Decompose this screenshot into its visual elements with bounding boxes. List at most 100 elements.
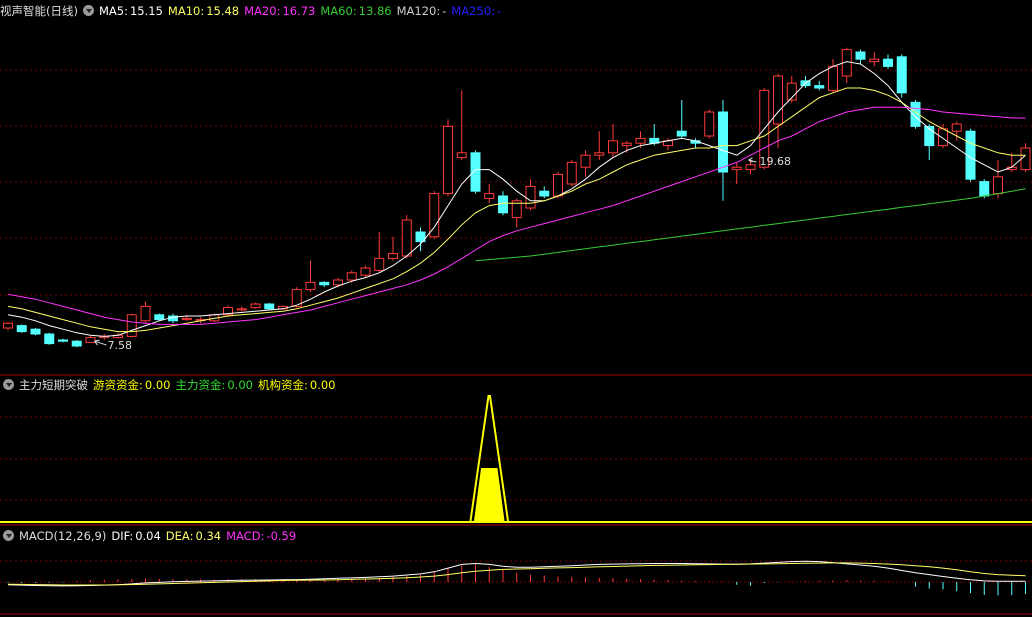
candle — [140, 301, 151, 324]
candle — [608, 124, 618, 158]
candle-body-up — [869, 58, 880, 63]
candle-body-down — [16, 325, 27, 333]
macd-legend: MACD(12,26,9) DIF: 0.04 DEA: 0.34 MACD: -0.59 — [3, 528, 301, 544]
candle-body-up — [745, 164, 756, 171]
candle-body-up — [85, 337, 96, 343]
ma60-label: MA60: — [320, 4, 357, 18]
candle — [470, 150, 481, 194]
candle-body-up — [388, 253, 398, 259]
candle — [855, 49, 866, 64]
candle-body-up — [374, 257, 385, 271]
candle-body-up — [140, 305, 151, 322]
candle — [443, 119, 453, 196]
collapse-icon[interactable] — [3, 379, 14, 390]
candle-body-up — [525, 185, 536, 209]
candle — [869, 52, 880, 67]
candle — [580, 150, 591, 177]
candle — [71, 340, 82, 348]
candle-body-up — [773, 75, 783, 125]
candle-body-down — [470, 152, 481, 192]
candle-body-down — [30, 328, 41, 335]
candle — [30, 328, 41, 336]
candle — [223, 305, 233, 316]
macd-title[interactable]: MACD(12,26,9) — [19, 529, 106, 543]
candle-body-up — [443, 125, 453, 195]
candle — [883, 54, 893, 69]
candle-body-down — [44, 333, 55, 345]
candle — [745, 160, 756, 175]
candle-body-down — [154, 314, 165, 321]
candle — [401, 215, 412, 259]
candle-body-up — [553, 173, 563, 197]
ma60-line — [475, 188, 1026, 262]
candle-body-up — [594, 152, 605, 156]
candle-body-up — [608, 140, 618, 154]
collapse-icon[interactable] — [82, 5, 94, 16]
fund-title[interactable]: 主力短期突破 — [19, 378, 88, 392]
price-legend: 视声智能(日线) MA5: 15.15 MA10: 15.48 MA20: 16.73 MA6… — [0, 3, 506, 19]
candle — [814, 80, 825, 91]
institution-label: 机构资金: — [257, 378, 308, 392]
candle — [236, 306, 247, 312]
ma120-label: MA120: — [396, 4, 441, 18]
candle-body-up — [1020, 147, 1031, 171]
candle — [291, 287, 302, 308]
main-fund-value: 0.00 — [227, 378, 253, 392]
candle-body-down — [979, 181, 990, 197]
candle-body-up — [704, 111, 715, 137]
candle — [525, 179, 536, 211]
high-arrow — [748, 157, 757, 163]
candle-body-down — [319, 281, 330, 286]
candle-body-down — [71, 340, 82, 347]
candle — [841, 47, 852, 84]
candle-body-up — [333, 279, 343, 286]
candle-body-up — [621, 142, 632, 147]
candle-body-up — [3, 322, 13, 329]
candle-body-down — [58, 339, 68, 342]
price-panel — [3, 47, 1031, 348]
candle — [250, 302, 261, 309]
ma10-value: 15.48 — [206, 4, 240, 18]
candle — [16, 324, 27, 333]
institution-value: 0.00 — [309, 378, 336, 392]
candle-body-down — [718, 111, 728, 173]
ma5-value: 15.15 — [129, 4, 163, 18]
candle-body-down — [264, 303, 275, 310]
candle — [786, 76, 797, 103]
candle — [319, 281, 330, 288]
candle — [264, 302, 275, 310]
stock-title[interactable]: 视声智能(日线) — [0, 4, 78, 18]
low-price-label: 7.58 — [108, 339, 133, 352]
candle-body-down — [896, 56, 907, 94]
candle — [360, 265, 371, 278]
candle-body-up — [401, 219, 412, 257]
ma10-label: MA10: — [167, 4, 205, 18]
dea-label: DEA: — [165, 529, 194, 543]
macd-label: MACD: — [226, 529, 265, 543]
candle — [456, 90, 467, 160]
candle-body-up — [236, 308, 247, 311]
candle-body-up — [951, 123, 962, 132]
candle — [388, 236, 398, 261]
ma250-label: MA250: — [451, 4, 496, 18]
ma60-value: 13.86 — [358, 4, 392, 18]
ma250-value: - — [497, 4, 502, 18]
candle — [126, 313, 137, 338]
candle — [594, 131, 605, 160]
macd-panel — [0, 560, 1032, 596]
low-arrow — [94, 339, 107, 346]
dif-label: DIF: — [111, 529, 134, 543]
candle — [305, 260, 316, 292]
fund-legend: 主力短期突破 游资资金: 0.00 主力资金: 0.00 机构资金: 0.00 — [3, 377, 340, 393]
collapse-icon[interactable] — [3, 530, 14, 541]
candle-body-up — [360, 267, 371, 276]
candle — [58, 338, 68, 343]
candle — [85, 335, 96, 343]
candle-body-up — [938, 128, 948, 147]
candle — [621, 140, 632, 153]
candle-body-up — [250, 303, 261, 309]
hot-money-value: 0.00 — [144, 378, 171, 392]
candle-body-up — [346, 272, 357, 281]
candle — [924, 124, 935, 160]
candle-body-up — [566, 161, 577, 185]
